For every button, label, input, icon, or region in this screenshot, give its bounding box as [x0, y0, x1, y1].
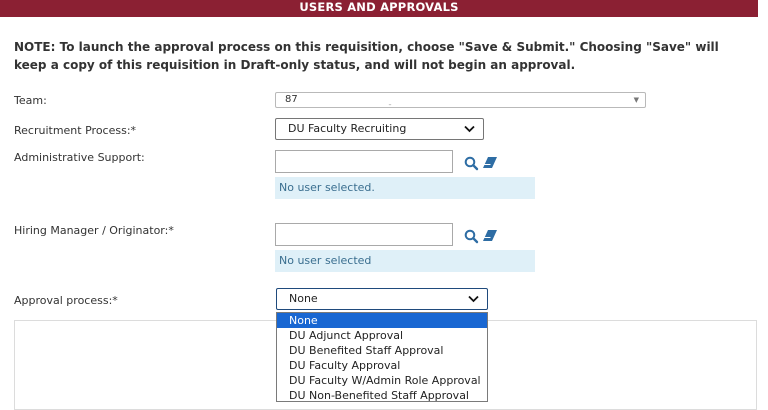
- team-select[interactable]: 87 ˍ ▼: [275, 92, 646, 108]
- administrative-support-status: No user selected.: [275, 177, 535, 199]
- eraser-icon[interactable]: [482, 156, 498, 169]
- search-icon[interactable]: [464, 156, 479, 171]
- search-icon[interactable]: [464, 229, 479, 244]
- recruitment-process-label: Recruitment Process:*: [14, 124, 137, 137]
- chevron-down-icon: [468, 295, 479, 303]
- approval-note: NOTE: To launch the approval process on …: [14, 40, 719, 72]
- hiring-manager-label: Hiring Manager / Originator:*: [14, 224, 174, 237]
- eraser-icon[interactable]: [482, 229, 498, 242]
- option-du-non-benefited-staff-approval[interactable]: DU Non-Benefited Staff Approval: [277, 388, 487, 401]
- team-tick-mark: ˍ: [388, 97, 392, 106]
- option-du-adjunct-approval[interactable]: DU Adjunct Approval: [277, 328, 487, 343]
- section-header: USERS AND APPROVALS: [0, 0, 758, 17]
- recruitment-process-value: DU Faculty Recruiting: [288, 122, 407, 135]
- hiring-manager-status: No user selected: [275, 250, 535, 272]
- approval-process-select[interactable]: None: [276, 288, 488, 310]
- approval-process-label: Approval process:*: [14, 294, 118, 307]
- administrative-support-label: Administrative Support:: [14, 151, 145, 164]
- option-none[interactable]: None: [277, 313, 487, 328]
- team-label: Team:: [14, 94, 47, 107]
- approval-process-options[interactable]: None DU Adjunct Approval DU Benefited St…: [276, 312, 488, 402]
- chevron-down-icon: ▼: [633, 96, 639, 104]
- option-du-faculty-admin-role-approval[interactable]: DU Faculty W/Admin Role Approval: [277, 373, 487, 388]
- chevron-down-icon: [464, 125, 475, 133]
- option-du-faculty-approval[interactable]: DU Faculty Approval: [277, 358, 487, 373]
- team-value: 87: [285, 94, 298, 105]
- approval-process-value: None: [289, 292, 318, 305]
- option-du-benefited-staff-approval[interactable]: DU Benefited Staff Approval: [277, 343, 487, 358]
- recruitment-process-select[interactable]: DU Faculty Recruiting: [275, 118, 484, 140]
- hiring-manager-input[interactable]: [275, 223, 453, 246]
- administrative-support-input[interactable]: [275, 150, 453, 173]
